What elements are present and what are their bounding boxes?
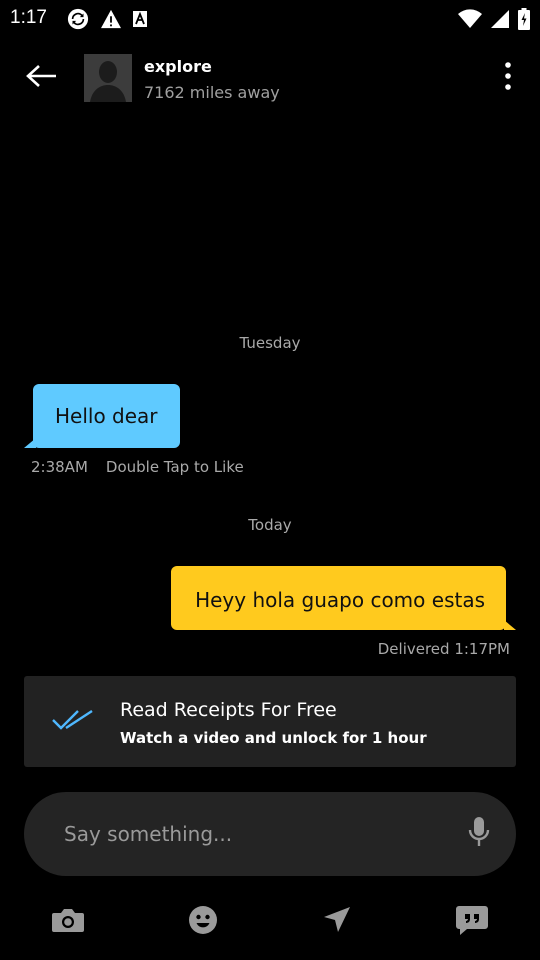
send-location-button[interactable]	[317, 902, 357, 942]
camera-button[interactable]	[48, 902, 88, 942]
font-a-icon	[132, 10, 148, 32]
warning-icon	[100, 9, 122, 33]
back-arrow-icon	[26, 64, 58, 92]
emoji-button[interactable]	[183, 902, 223, 942]
status-time: 1:17	[10, 7, 47, 28]
saved-phrases-button[interactable]	[452, 902, 492, 942]
contact-avatar[interactable]	[84, 54, 132, 102]
double-tap-hint: Double Tap to Like	[105, 458, 244, 476]
chat-header: explore 7162 miles away	[0, 48, 540, 108]
day-separator: Tuesday	[239, 334, 301, 352]
contact-name[interactable]: explore	[144, 57, 212, 76]
promo-title: Read Receipts For Free	[120, 699, 337, 721]
wifi-icon	[458, 9, 482, 33]
outgoing-message-bubble[interactable]: Heyy hola guapo como estas	[171, 566, 506, 630]
battery-icon	[518, 8, 530, 34]
contact-distance: 7162 miles away	[144, 83, 280, 102]
signal-icon	[490, 9, 510, 33]
back-button[interactable]	[22, 62, 62, 94]
sync-icon	[66, 8, 90, 34]
status-bar: 1:17	[0, 0, 540, 36]
day-separator: Today	[248, 516, 292, 534]
incoming-message-meta: 2:38AM Double Tap to Like	[31, 458, 244, 476]
read-receipts-promo[interactable]: Read Receipts For Free Watch a video and…	[24, 676, 516, 767]
emoji-icon	[188, 905, 218, 939]
avatar-silhouette	[84, 54, 132, 102]
voice-message-button[interactable]	[464, 816, 494, 852]
message-composer	[24, 792, 516, 876]
incoming-message-time: 2:38AM	[31, 458, 88, 476]
double-check-icon	[52, 708, 94, 736]
promo-subtitle: Watch a video and unlock for 1 hour	[120, 729, 427, 747]
camera-icon	[51, 907, 85, 937]
more-vert-icon	[505, 62, 511, 94]
more-options-button[interactable]	[498, 62, 518, 94]
location-send-icon	[322, 905, 352, 939]
saved-phrases-icon	[455, 905, 489, 939]
bottom-toolbar	[0, 896, 540, 944]
mic-icon	[468, 816, 490, 852]
delivery-status: Delivered 1:17PM	[377, 640, 510, 658]
message-input[interactable]	[64, 814, 444, 854]
incoming-message-bubble[interactable]: Hello dear	[33, 384, 180, 448]
